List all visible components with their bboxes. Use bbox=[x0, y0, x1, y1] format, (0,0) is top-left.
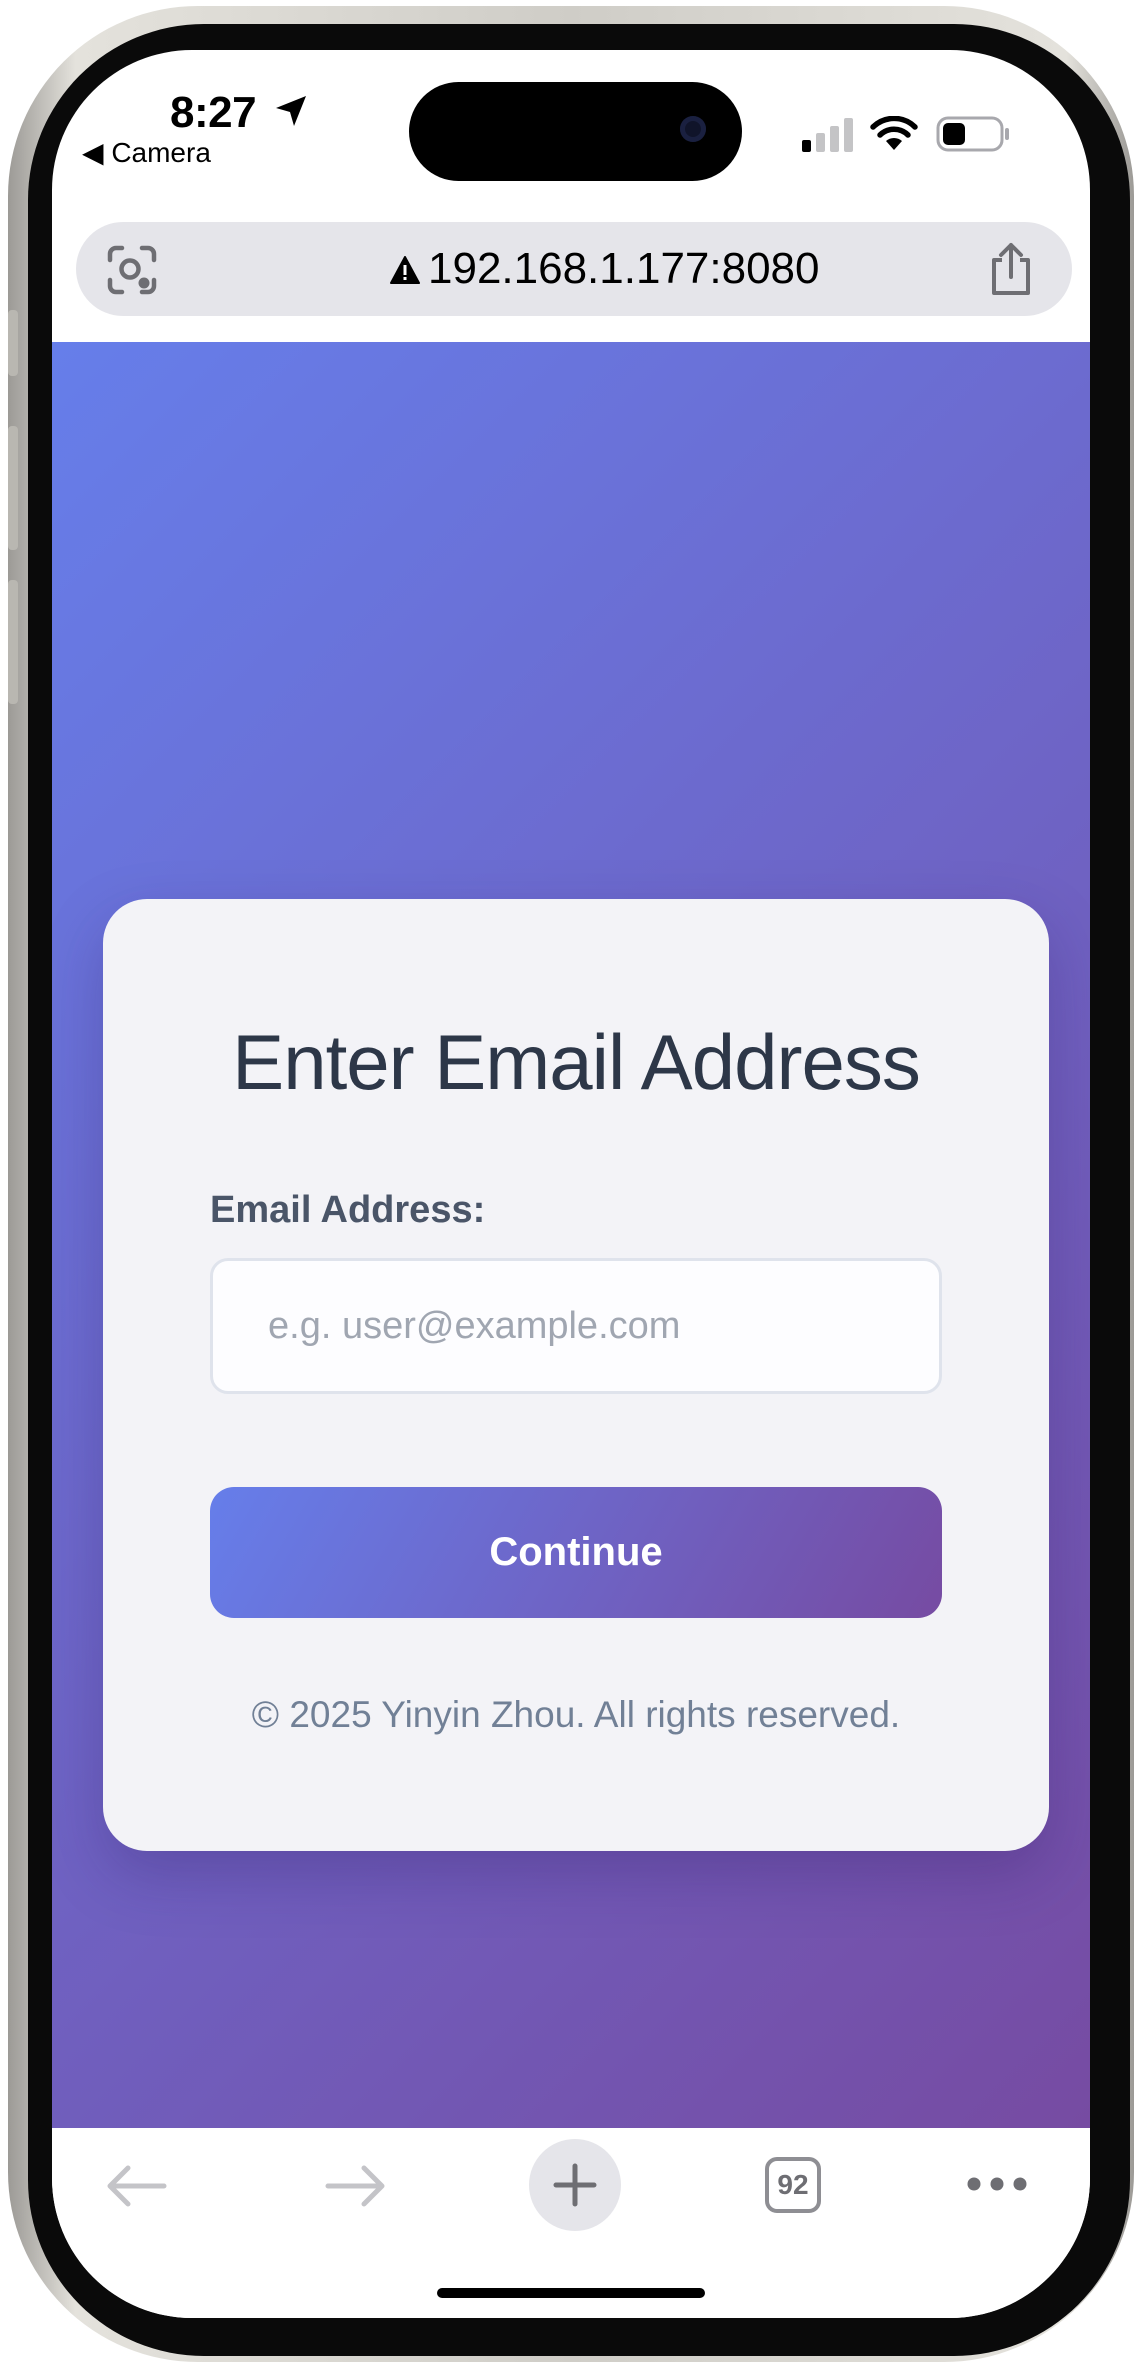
forward-arrow-icon[interactable] bbox=[324, 2164, 388, 2208]
email-label: Email Address: bbox=[210, 1189, 486, 1231]
more-icon[interactable] bbox=[966, 2176, 1028, 2192]
volume-up-button bbox=[8, 426, 18, 550]
tabs-button[interactable]: 92 bbox=[765, 2157, 821, 2213]
copyright-notice: © 2025 Yinyin Zhou. All rights reserved. bbox=[251, 1694, 901, 1735]
page-title: Enter Email Address bbox=[232, 1018, 921, 1106]
url-bar[interactable]: 192.168.1.177:8080 bbox=[76, 222, 1072, 316]
location-arrow-icon bbox=[276, 96, 306, 126]
continue-button[interactable]: Continue bbox=[210, 1487, 942, 1618]
home-indicator[interactable] bbox=[437, 2288, 705, 2298]
visual-lookup-icon[interactable] bbox=[106, 244, 158, 296]
plus-icon bbox=[553, 2163, 597, 2207]
screen: 8:27 ◀ Camera 192.168.1.177:8080 Enter E… bbox=[52, 50, 1090, 2318]
share-icon[interactable] bbox=[986, 240, 1036, 298]
back-to-camera-link[interactable]: ◀ Camera bbox=[82, 136, 211, 169]
status-time: 8:27 bbox=[170, 88, 257, 137]
battery-icon bbox=[936, 116, 1009, 152]
cellular-signal-icon bbox=[802, 118, 853, 152]
insecure-warning-icon bbox=[390, 256, 420, 284]
url-text[interactable]: 192.168.1.177:8080 bbox=[428, 244, 820, 294]
new-tab-button[interactable] bbox=[529, 2139, 621, 2231]
email-input[interactable] bbox=[210, 1258, 942, 1394]
page-background: Enter Email Address Email Address: Conti… bbox=[52, 342, 1090, 2128]
back-arrow-icon[interactable] bbox=[104, 2164, 168, 2208]
action-button bbox=[8, 310, 18, 376]
volume-down-button bbox=[8, 580, 18, 704]
wifi-icon bbox=[870, 116, 918, 150]
email-card: Enter Email Address Email Address: Conti… bbox=[103, 899, 1049, 1851]
front-camera bbox=[680, 116, 706, 142]
